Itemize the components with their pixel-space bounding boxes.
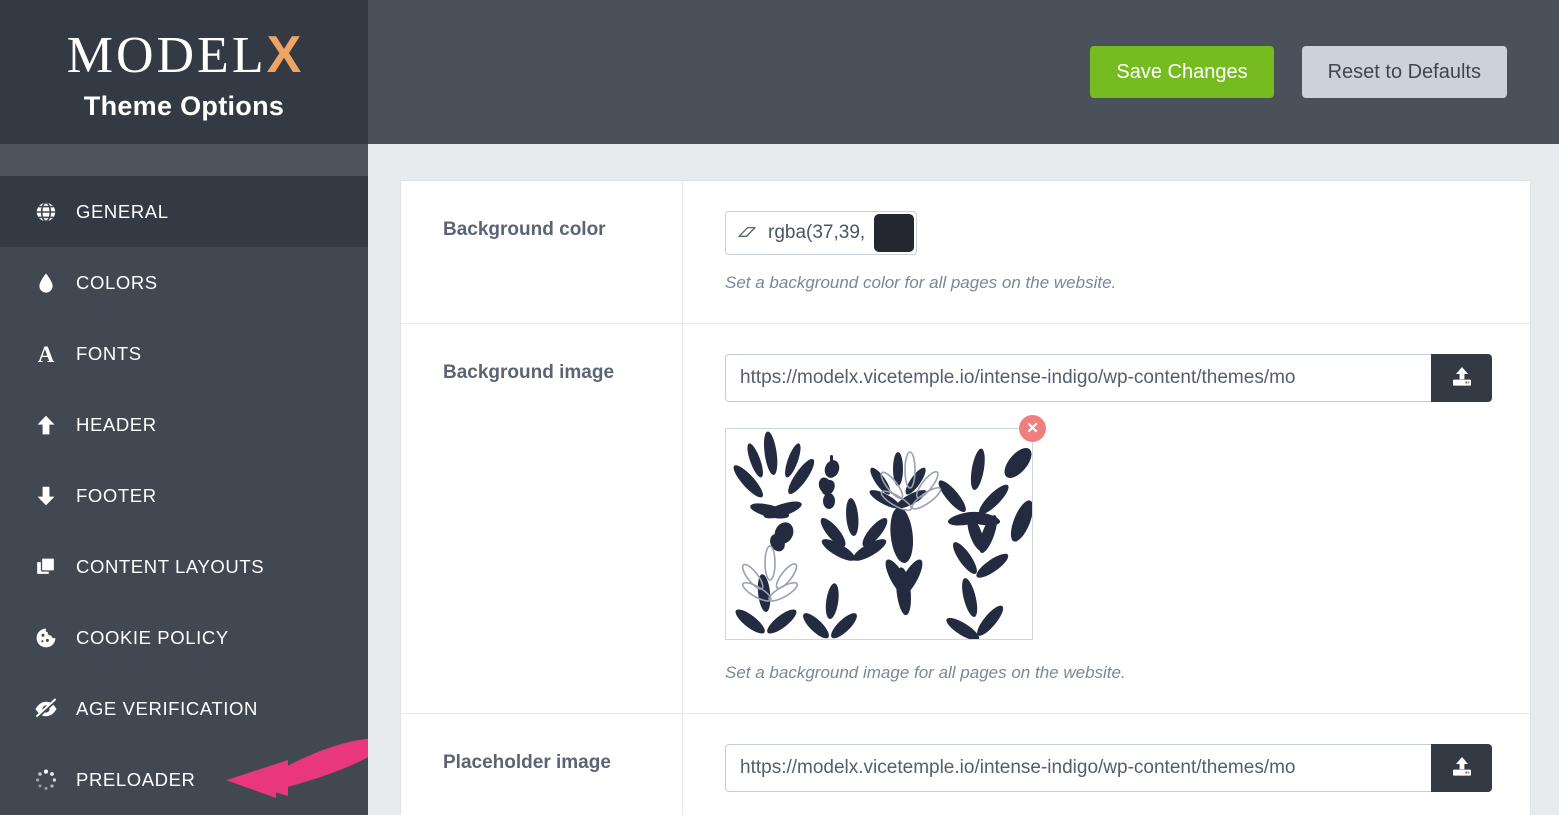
sidebar-item-label: GENERAL <box>76 200 169 222</box>
setting-field <box>683 714 1530 815</box>
sidebar-item-content-layouts[interactable]: CONTENT LAYOUTS <box>0 531 368 602</box>
droplet-icon <box>26 271 66 295</box>
topbar: Save Changes Reset to Defaults <box>368 0 1559 144</box>
background-image-url-row <box>725 354 1492 402</box>
setting-description: Set a background image for all pages on … <box>725 663 1126 682</box>
cookie-icon <box>26 626 66 650</box>
setting-label: Background image <box>401 324 683 713</box>
remove-background-image-button[interactable]: ✕ <box>1019 415 1046 442</box>
spinner-dots-icon <box>26 768 66 792</box>
setting-field: ✕ Set a background image for all pages o… <box>683 324 1530 713</box>
brand-logo-main: MODEL <box>66 26 267 84</box>
sidebar-item-label: HEADER <box>76 413 157 435</box>
sidebar-nav: GENERAL COLORS A FONTS HEADER FOOTER CON… <box>0 176 368 815</box>
svg-text:A: A <box>38 342 55 366</box>
sidebar-item-label: FOOTER <box>76 484 157 506</box>
sidebar-item-general[interactable]: GENERAL <box>0 176 368 247</box>
main-panel: Save Changes Reset to Defaults Backgroun… <box>368 0 1559 815</box>
placeholder-image-url-input[interactable] <box>725 744 1431 792</box>
sidebar-item-label: CONTENT LAYOUTS <box>76 555 265 577</box>
sidebar-item-preloader[interactable]: PRELOADER <box>0 744 368 815</box>
eye-slash-icon <box>26 696 66 722</box>
background-image-upload-button[interactable] <box>1431 354 1492 402</box>
sidebar-item-fonts[interactable]: A FONTS <box>0 318 368 389</box>
background-image-preview <box>725 428 1033 640</box>
sidebar: MODELX Theme Options GENERAL COLORS A FO… <box>0 0 368 815</box>
close-icon: ✕ <box>1026 420 1039 437</box>
eraser-icon[interactable] <box>736 222 760 244</box>
sidebar-divider-strip <box>0 144 368 176</box>
sidebar-item-footer[interactable]: FOOTER <box>0 460 368 531</box>
setting-row-background-color: Background color rgba(37,39, Set a backg… <box>401 181 1530 324</box>
sidebar-item-label: PRELOADER <box>76 768 196 790</box>
sidebar-item-label: FONTS <box>76 342 142 364</box>
reset-to-defaults-button[interactable]: Reset to Defaults <box>1301 46 1507 98</box>
sidebar-item-label: COOKIE POLICY <box>76 626 229 648</box>
setting-field: rgba(37,39, Set a background color for a… <box>683 181 1530 323</box>
background-color-swatch[interactable] <box>874 214 914 252</box>
sidebar-item-cookie-policy[interactable]: COOKIE POLICY <box>0 602 368 673</box>
settings-content: Background color rgba(37,39, Set a backg… <box>368 144 1559 815</box>
arrow-up-icon <box>26 413 66 437</box>
placeholder-image-url-row <box>725 744 1492 792</box>
layers-icon <box>26 555 66 579</box>
sidebar-item-age-verification[interactable]: AGE VERIFICATION <box>0 673 368 744</box>
floral-pattern-thumbnail <box>726 429 1032 639</box>
background-image-preview-wrap: ✕ <box>725 415 1046 640</box>
sidebar-item-label: AGE VERIFICATION <box>76 697 258 719</box>
background-color-input[interactable]: rgba(37,39, <box>725 211 917 255</box>
setting-row-placeholder-image: Placeholder image <box>401 714 1530 815</box>
upload-icon <box>1449 754 1475 783</box>
placeholder-image-upload-button[interactable] <box>1431 744 1492 792</box>
letter-a-icon: A <box>26 342 66 366</box>
background-image-url-input[interactable] <box>725 354 1431 402</box>
arrow-down-icon <box>26 484 66 508</box>
theme-options-app: MODELX Theme Options GENERAL COLORS A FO… <box>0 0 1559 815</box>
setting-label: Background color <box>401 181 683 323</box>
setting-description: Set a background color for all pages on … <box>725 273 1117 292</box>
setting-label: Placeholder image <box>401 714 683 815</box>
settings-card: Background color rgba(37,39, Set a backg… <box>400 180 1531 815</box>
sidebar-item-colors[interactable]: COLORS <box>0 247 368 318</box>
brand-logo: MODELX <box>67 29 302 82</box>
save-changes-button[interactable]: Save Changes <box>1090 46 1274 98</box>
sidebar-item-label: COLORS <box>76 271 158 293</box>
background-color-value: rgba(37,39, <box>768 222 866 243</box>
brand-subtitle: Theme Options <box>83 90 285 121</box>
setting-row-background-image: Background image https://modelx.vicetemp… <box>401 324 1530 714</box>
brand-header: MODELX Theme Options <box>0 0 368 144</box>
globe-icon <box>26 200 66 224</box>
upload-icon <box>1449 364 1475 393</box>
brand-logo-accent: X <box>266 25 302 84</box>
sidebar-item-header[interactable]: HEADER <box>0 389 368 460</box>
